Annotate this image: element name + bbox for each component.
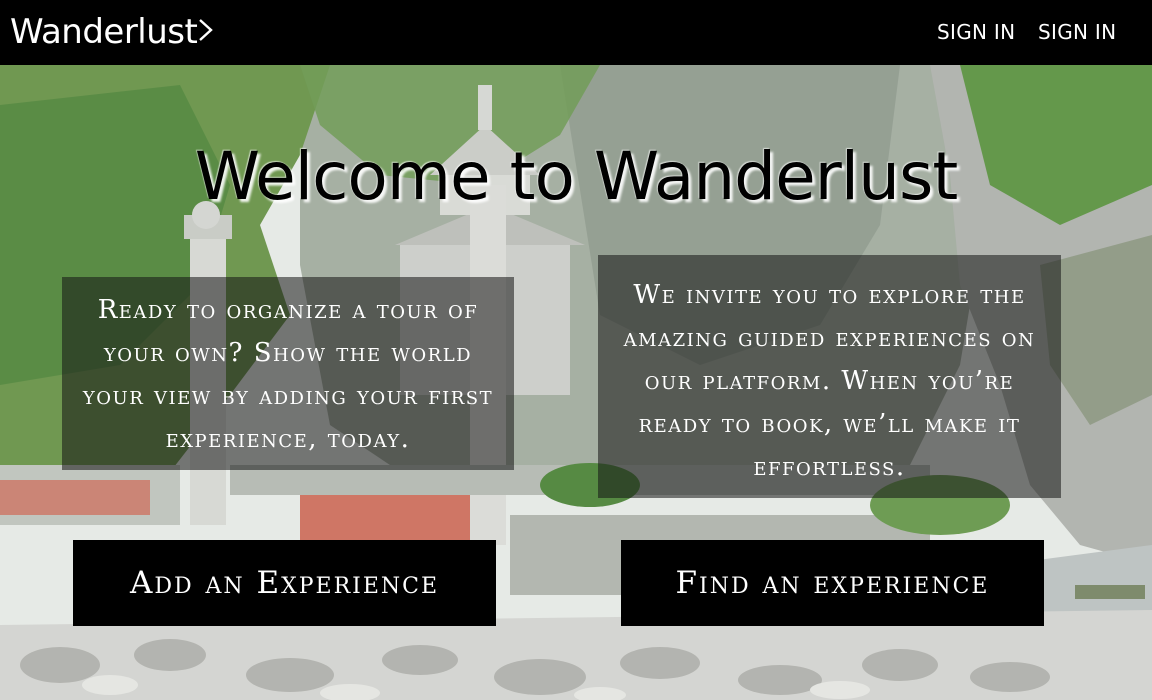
find-experience-button[interactable]: Find an experience bbox=[621, 540, 1044, 626]
add-experience-button[interactable]: Add an Experience bbox=[73, 540, 496, 626]
top-navbar: Wanderlust SIGN IN SIGN IN bbox=[0, 0, 1152, 65]
organize-tour-blurb: Ready to organize a tour of your own? Sh… bbox=[62, 277, 514, 470]
brand-logo[interactable]: Wanderlust bbox=[10, 10, 214, 61]
brand-logo-text: Wanderlust bbox=[10, 12, 198, 52]
explore-experiences-blurb: We invite you to explore the amazing gui… bbox=[598, 255, 1061, 498]
page-title: Welcome to Wanderlust bbox=[194, 138, 959, 215]
landing-page: Wanderlust SIGN IN SIGN IN Welcome to Wa… bbox=[0, 0, 1152, 700]
chevron-right-icon bbox=[198, 10, 214, 61]
hero-section: Welcome to Wanderlust Ready to organize … bbox=[0, 65, 1152, 700]
sign-in-link[interactable]: SIGN IN bbox=[937, 18, 1015, 46]
sign-in-link-secondary[interactable]: SIGN IN bbox=[1038, 18, 1116, 46]
